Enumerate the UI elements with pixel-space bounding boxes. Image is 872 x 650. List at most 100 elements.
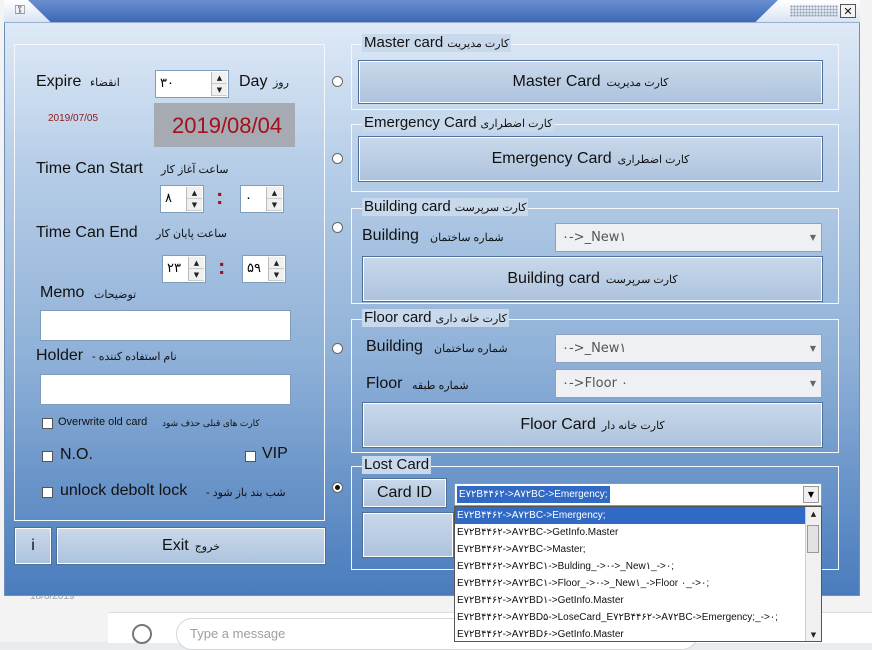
unlock-checkbox[interactable]	[42, 487, 53, 498]
title-band	[28, 0, 778, 22]
overwrite-checkbox[interactable]	[42, 418, 53, 429]
start-hour-stepper[interactable]: ۸ ▲ ▼	[160, 185, 204, 213]
lost-radio[interactable]	[332, 482, 343, 493]
expire-date-value: 2019/08/04	[172, 113, 283, 138]
master-radio[interactable]	[332, 76, 343, 87]
scroll-thumb[interactable]	[807, 525, 819, 553]
list-item[interactable]: E۷۲B۴۴۶۲->A۷۲BD۶->GetInfo.Master	[455, 626, 821, 641]
floor-building-label: Building	[366, 338, 423, 355]
holder-input[interactable]	[40, 374, 291, 405]
emergency-card-button[interactable]: Emergency Card کارت اضطراری	[358, 136, 823, 182]
overwrite-label-fa: کارت های قبلی حذف شود	[162, 418, 260, 428]
list-item[interactable]: E۷۲B۴۴۶۲->A۷۲BC۱->Floor_->۰->_New۱_->Flo…	[455, 575, 821, 592]
floor-building-label-fa: شماره ساختمان	[434, 343, 508, 355]
no-checkbox[interactable]	[42, 451, 53, 462]
overwrite-label: Overwrite old card	[58, 416, 148, 428]
end-label: Time Can End	[36, 224, 138, 241]
spin-up-icon[interactable]: ▲	[267, 187, 282, 199]
no-label: N.O.	[60, 446, 93, 463]
list-item[interactable]: E۷۲B۴۴۶۲->A۷۲BC->Master;	[455, 541, 821, 558]
lost-card-button[interactable]	[362, 512, 454, 558]
master-card-button-label: Master Card	[512, 73, 601, 90]
lost-card-select-value: E۷۲B۴۴۶۲->A۷۲BC->Emergency;	[457, 486, 610, 503]
lost-card-dropdown-list[interactable]: E۷۲B۴۴۶۲->A۷۲BC->Emergency; E۷۲B۴۴۶۲->A۷…	[454, 506, 822, 642]
spin-up-icon[interactable]: ▲	[187, 187, 202, 199]
chevron-down-icon[interactable]: ▼	[807, 339, 819, 358]
emoji-icon[interactable]	[132, 624, 152, 644]
spin-up-icon[interactable]: ▲	[269, 257, 284, 269]
end-colon: :	[218, 254, 226, 279]
unlock-label: unlock debolt lock	[60, 482, 188, 499]
start-minute-value: ۰	[245, 191, 252, 206]
chevron-down-icon[interactable]: ▼	[807, 374, 819, 393]
chevron-down-icon[interactable]: ▼	[807, 228, 819, 247]
floor-field-label: Floor	[366, 375, 403, 392]
scroll-up-icon[interactable]: ▲	[806, 507, 821, 522]
memo-label: Memo	[40, 284, 85, 301]
emergency-card-button-label: Emergency Card	[491, 150, 612, 167]
exit-button-label: Exit	[162, 537, 189, 554]
chevron-down-icon[interactable]: ▼	[803, 486, 819, 503]
key-icon: ⚿	[15, 3, 25, 18]
holder-label-fa: - نام استفاده کننده	[92, 351, 177, 363]
spin-up-icon[interactable]: ▲	[212, 72, 227, 84]
building-field-label: Building	[362, 227, 419, 244]
vip-checkbox[interactable]	[245, 451, 256, 462]
building-card-button-label-fa: کارت سرپرست	[605, 274, 678, 286]
memo-input[interactable]	[40, 310, 291, 341]
floor-select[interactable]: ۰->Floor ۰ ▼	[555, 369, 822, 398]
list-item[interactable]: E۷۲B۴۴۶۲->A۷۲BC->Emergency;	[455, 507, 821, 524]
building-card-button[interactable]: Building card کارت سرپرست	[362, 256, 823, 302]
unlock-label-fa: - شب بند باز شود	[206, 487, 286, 499]
emergency-radio[interactable]	[332, 153, 343, 164]
title-bar[interactable]: ⚿ ✕	[4, 0, 860, 23]
spin-up-icon[interactable]: ▲	[189, 257, 204, 269]
grip-icon	[790, 5, 838, 17]
lost-card-select[interactable]: E۷۲B۴۴۶۲->A۷۲BC->Emergency; ▼	[454, 483, 822, 506]
list-item[interactable]: E۷۲B۴۴۶۲->A۷۲BC۱->Bulding_->۰->_New۱_->۰…	[455, 558, 821, 575]
master-card-button[interactable]: Master Card کارت مدیریت	[358, 60, 823, 104]
emergency-group-title: Emergency Card	[364, 114, 477, 131]
close-button[interactable]: ✕	[840, 4, 856, 18]
card-id-button[interactable]: Card ID	[362, 478, 447, 508]
spin-down-icon[interactable]: ▼	[212, 84, 227, 96]
info-button[interactable]: i	[14, 527, 52, 565]
floor-radio[interactable]	[332, 343, 343, 354]
building-select[interactable]: ۰->_New۱ ▼	[555, 223, 822, 252]
end-minute-stepper[interactable]: ۵۹ ▲ ▼	[242, 255, 286, 283]
floor-building-select[interactable]: ۰->_New۱ ▼	[555, 334, 822, 363]
master-group-title-fa: کارت مدیریت	[447, 38, 510, 50]
spin-down-icon[interactable]: ▼	[189, 269, 204, 281]
info-button-label: i	[31, 537, 35, 554]
start-label: Time Can Start	[36, 160, 143, 177]
building-group-title: Building card	[364, 198, 451, 215]
end-label-fa: ساعت پایان کار	[156, 228, 227, 240]
end-hour-stepper[interactable]: ۲۳ ▲ ▼	[162, 255, 206, 283]
end-hour-value: ۲۳	[167, 261, 181, 276]
exit-button[interactable]: Exit خروج	[56, 527, 326, 565]
building-radio[interactable]	[332, 222, 343, 233]
exit-button-label-fa: خروج	[194, 541, 220, 553]
expire-days-value: ۳۰	[160, 76, 174, 91]
scroll-down-icon[interactable]: ▼	[806, 628, 821, 641]
end-minute-value: ۵۹	[247, 261, 261, 276]
floor-card-button-label-fa: کارت خانه دار	[601, 420, 665, 432]
emergency-card-button-label-fa: کارت اضطراری	[617, 154, 690, 166]
expire-label: Expire	[36, 73, 82, 90]
vip-label: VIP	[262, 445, 288, 462]
floor-group-title-fa: کارت خانه داری	[435, 313, 507, 325]
list-item[interactable]: E۷۲B۴۴۶۲->A۷۲BD۱->GetInfo.Master	[455, 592, 821, 609]
list-item[interactable]: E۷۲B۴۴۶۲->A۷۲BD۵->LoseCard_E۷۲B۴۴۶۲->A۷۲…	[455, 609, 821, 626]
master-card-button-label-fa: کارت مدیریت	[606, 77, 669, 89]
memo-label-fa: توضیحات	[94, 289, 137, 301]
list-scrollbar[interactable]: ▲ ▼	[805, 507, 821, 641]
day-label: Day	[239, 73, 268, 90]
spin-down-icon[interactable]: ▼	[267, 199, 282, 211]
start-minute-stepper[interactable]: ۰ ▲ ▼	[240, 185, 284, 213]
floor-group-title: Floor card	[364, 309, 432, 326]
spin-down-icon[interactable]: ▼	[187, 199, 202, 211]
spin-down-icon[interactable]: ▼	[269, 269, 284, 281]
list-item[interactable]: E۷۲B۴۴۶۲->A۷۲BC->GetInfo.Master	[455, 524, 821, 541]
floor-card-button[interactable]: Floor Card کارت خانه دار	[362, 402, 823, 448]
expire-days-stepper[interactable]: ۳۰ ▲ ▼	[155, 70, 229, 98]
